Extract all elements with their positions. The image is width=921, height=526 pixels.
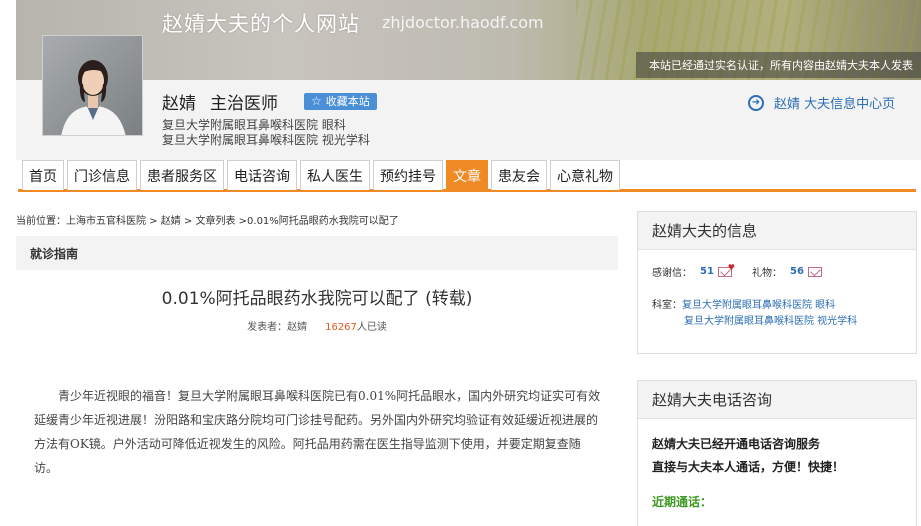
gift-letter-icon bbox=[807, 266, 822, 277]
info-center-link[interactable]: ➜ 赵婧 大夫信息中心页 bbox=[748, 93, 895, 112]
dept-list: 科室：复旦大学附属眼耳鼻喉科医院 眼科 复旦大学附属眼耳鼻喉科医院 视光学科 bbox=[652, 298, 857, 330]
tab-articles[interactable]: 文章 bbox=[446, 160, 488, 190]
section-guide-bar: 就诊指南 bbox=[16, 236, 618, 270]
tab-phone-consult[interactable]: 电话咨询 bbox=[227, 160, 297, 190]
phone-consult-box: 赵婧大夫电话咨询 赵婧大夫已经开通电话咨询服务 直接与大夫本人通话，方便！快捷！… bbox=[637, 380, 917, 526]
gift-value: 56 bbox=[790, 266, 804, 277]
site-title: 赵婧大夫的个人网站 bbox=[162, 12, 360, 36]
doctor-name-row: 赵婧 主治医师 ☆ 收藏本站 bbox=[162, 90, 377, 114]
star-icon: ☆ bbox=[311, 94, 322, 108]
doctor-photo-icon bbox=[43, 36, 142, 135]
gift-stat[interactable]: 礼物： 56 bbox=[752, 264, 822, 279]
phone-line-1: 赵婧大夫已经开通电话咨询服务 bbox=[652, 437, 821, 451]
nav-tabs: 首页 门诊信息 患者服务区 电话咨询 私人医生 预约挂号 文章 患友会 心意礼物 bbox=[22, 160, 623, 190]
verification-notice: 本站已经通过实名认证，所有内容由赵婧大夫本人发表 bbox=[649, 59, 913, 72]
tab-patient-club[interactable]: 患友会 bbox=[491, 160, 547, 190]
dept-link[interactable]: 复旦大学附属眼耳鼻喉科医院 视光学科 bbox=[684, 316, 857, 327]
dept-link[interactable]: 复旦大学附属眼耳鼻喉科医院 眼科 bbox=[682, 300, 835, 311]
tab-clinic-info[interactable]: 门诊信息 bbox=[67, 160, 137, 190]
article-author: 发表者：赵婧 bbox=[247, 322, 308, 333]
article-title: 0.01%阿托品眼药水我院可以配了 (转载) bbox=[161, 289, 473, 309]
main-nav: 首页 门诊信息 患者服务区 电话咨询 私人医生 预约挂号 文章 患友会 心意礼物 bbox=[18, 158, 916, 192]
site-domain[interactable]: zhjdoctor.haodf.com bbox=[382, 13, 544, 32]
phone-line-2: 直接与大夫本人通话，方便！快捷！ bbox=[652, 460, 845, 474]
info-center-label: 赵婧 大夫信息中心页 bbox=[774, 97, 896, 112]
avatar bbox=[42, 35, 143, 136]
dept-label: 科室： bbox=[652, 300, 682, 311]
tab-appointment[interactable]: 预约挂号 bbox=[373, 160, 443, 190]
arrow-right-circle-icon: ➜ bbox=[748, 94, 764, 111]
doctor-title: 主治医师 bbox=[210, 93, 278, 114]
favorite-site-label: 收藏本站 bbox=[325, 95, 370, 108]
read-suffix: 人已读 bbox=[356, 322, 387, 333]
header-band bbox=[16, 80, 921, 160]
recent-calls-label: 近期通话： bbox=[652, 495, 713, 509]
article-body: 青少年近视眼的福音！复旦大学附属眼耳鼻喉科医院已有0.01%阿托品眼水，国内外研… bbox=[34, 389, 601, 475]
read-count: 16267 bbox=[325, 322, 357, 333]
box-title: 赵婧大夫电话咨询 bbox=[638, 381, 916, 419]
tab-private-doctor[interactable]: 私人医生 bbox=[300, 160, 370, 190]
doctor-info-box: 赵婧大夫的信息 感谢信： 51 ♥ 礼物： 56 科室：复旦大学附属眼耳鼻喉科医… bbox=[637, 211, 917, 354]
thanks-letter-stat[interactable]: 感谢信： 51 ♥ bbox=[652, 263, 735, 280]
thanks-label: 感谢信： bbox=[652, 268, 692, 279]
heart-letter-icon: ♥ bbox=[717, 263, 735, 277]
gift-label: 礼物： bbox=[752, 268, 782, 279]
tab-home[interactable]: 首页 bbox=[22, 160, 64, 190]
favorite-site-button[interactable]: ☆ 收藏本站 bbox=[304, 92, 377, 110]
thanks-value: 51 bbox=[700, 266, 714, 277]
doctor-name: 赵婧 bbox=[162, 93, 196, 114]
box-title: 赵婧大夫的信息 bbox=[638, 212, 916, 250]
article-meta: 发表者：赵婧 16267人已读 bbox=[16, 318, 618, 333]
tab-patient-service[interactable]: 患者服务区 bbox=[140, 160, 224, 190]
tab-gifts[interactable]: 心意礼物 bbox=[550, 160, 620, 190]
guide-label: 就诊指南 bbox=[30, 246, 79, 261]
doctor-dept-line: 复旦大学附属眼耳鼻喉科医院 视光学科 bbox=[162, 133, 370, 147]
breadcrumb[interactable]: 当前位置：上海市五官科医院 > 赵婧 > 文章列表 >0.01%阿托品眼药水我院… bbox=[16, 212, 399, 227]
